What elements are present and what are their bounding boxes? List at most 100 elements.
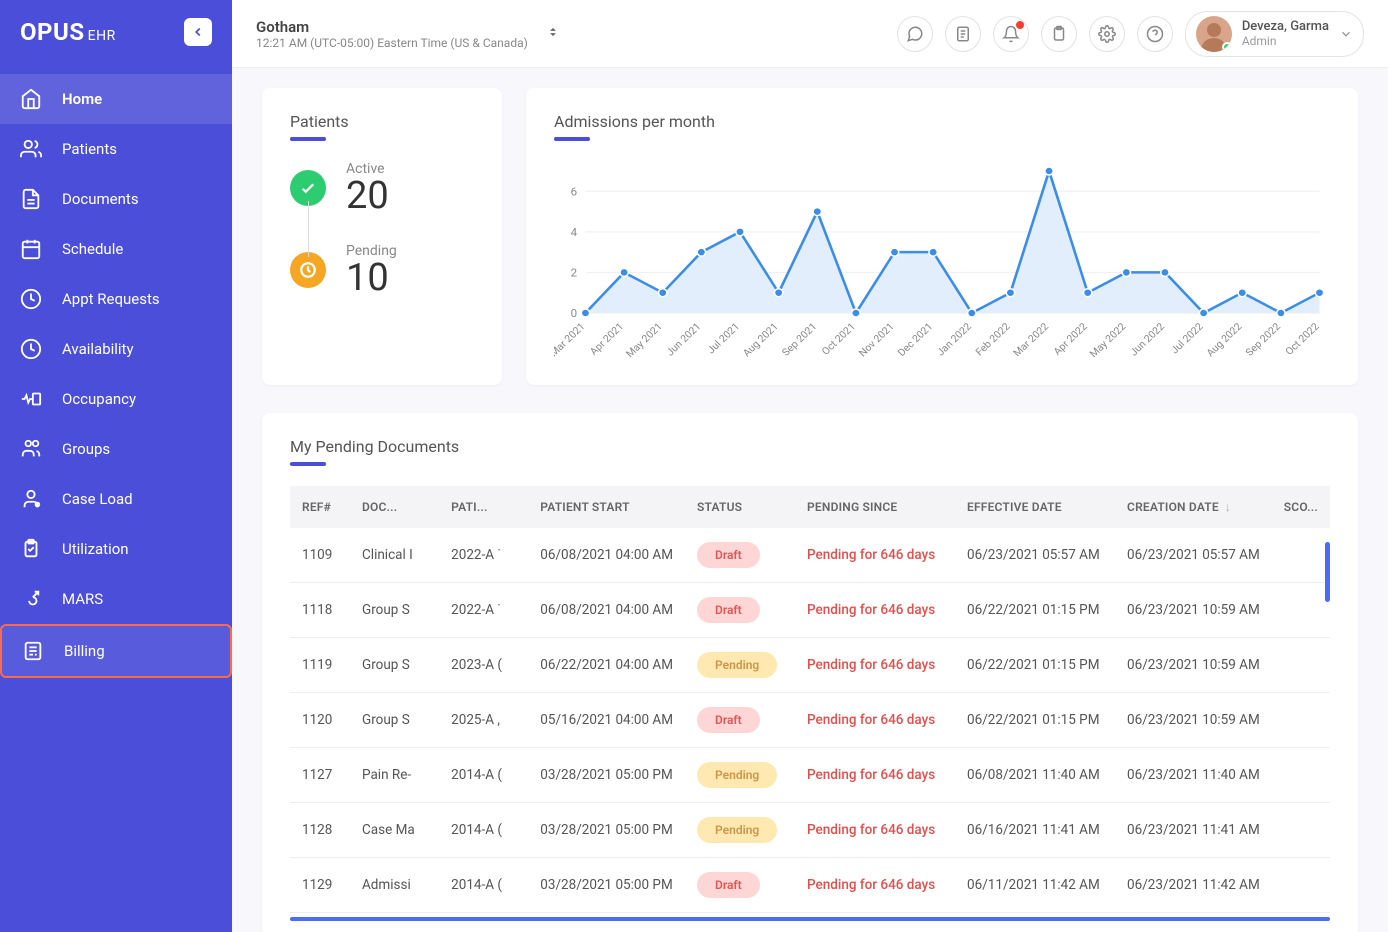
collapse-sidebar-button[interactable] <box>184 18 212 46</box>
clipboard-icon[interactable] <box>1041 16 1077 52</box>
svg-text:Sep 2021: Sep 2021 <box>779 320 819 359</box>
status-badge: Draft <box>697 872 760 898</box>
clock-icon <box>290 252 326 288</box>
table-horizontal-scrollbar[interactable] <box>290 917 1330 921</box>
nav-icon <box>20 138 42 160</box>
svg-text:Mar 2021: Mar 2021 <box>554 320 588 359</box>
doc-icon[interactable] <box>945 16 981 52</box>
svg-text:Apr 2022: Apr 2022 <box>1050 320 1090 358</box>
sidebar-item-home[interactable]: Home <box>0 74 232 124</box>
nav-icon <box>20 538 42 560</box>
user-menu[interactable]: Deveza, Garma Admin <box>1185 11 1364 57</box>
svg-text:2: 2 <box>571 267 577 280</box>
chevron-down-icon <box>1339 27 1353 41</box>
sidebar-item-label: Schedule <box>62 240 123 258</box>
pending-docs-table: REF# DOC... PATI... PATIENT START STATUS… <box>290 486 1330 913</box>
svg-text:Apr 2021: Apr 2021 <box>587 320 626 358</box>
svg-text:4: 4 <box>571 226 578 239</box>
table-row[interactable]: 1109Clinical I2022-A ˙06/08/2021 04:00 A… <box>290 528 1330 583</box>
svg-text:Aug 2022: Aug 2022 <box>1203 320 1244 359</box>
nav-icon <box>20 238 42 260</box>
nav-icon <box>20 588 42 610</box>
sidebar-item-case-load[interactable]: Case Load <box>0 474 232 524</box>
gear-icon[interactable] <box>1089 16 1125 52</box>
svg-text:Nov 2021: Nov 2021 <box>856 320 897 359</box>
col-patient[interactable]: PATI... <box>439 486 528 528</box>
sidebar-item-label: Billing <box>64 642 105 660</box>
svg-text:Jun 2021: Jun 2021 <box>663 320 703 358</box>
svg-text:Dec 2021: Dec 2021 <box>895 320 936 359</box>
sidebar-item-patients[interactable]: Patients <box>0 124 232 174</box>
table-row[interactable]: 1127Pain Re-2014-A (03/28/2021 05:00 PMP… <box>290 748 1330 803</box>
table-row[interactable]: 1118Group S2022-A ˙06/08/2021 04:00 AMDr… <box>290 583 1330 638</box>
sidebar-item-label: MARS <box>62 590 103 608</box>
sidebar-item-label: Appt Requests <box>62 290 160 308</box>
help-icon[interactable] <box>1137 16 1173 52</box>
sidebar-item-groups[interactable]: Groups <box>0 424 232 474</box>
brand-logo: OPUSEHR <box>20 18 116 46</box>
sidebar-item-documents[interactable]: Documents <box>0 174 232 224</box>
sidebar-item-availability[interactable]: Availability <box>0 324 232 374</box>
sidebar-item-label: Home <box>62 90 102 108</box>
active-metric: Active 20 <box>290 161 474 215</box>
svg-text:Oct 2021: Oct 2021 <box>819 320 858 357</box>
patients-card-title: Patients <box>290 112 474 131</box>
col-pending-since[interactable]: PENDING SINCE <box>795 486 955 528</box>
svg-text:6: 6 <box>571 186 577 199</box>
top-header: Gotham 12:21 AM (UTC-05:00) Eastern Time… <box>232 0 1388 68</box>
nav-icon <box>20 88 42 110</box>
svg-text:Jul 2021: Jul 2021 <box>704 320 742 356</box>
sidebar-item-occupancy[interactable]: Occupancy <box>0 374 232 424</box>
nav-icon <box>20 338 42 360</box>
table-vertical-scrollbar[interactable] <box>1325 542 1330 602</box>
avatar <box>1196 16 1232 52</box>
table-row[interactable]: 1120Group S2025-A ,05/16/2021 04:00 AMDr… <box>290 693 1330 748</box>
table-row[interactable]: 1119Group S2023-A (06/22/2021 04:00 AMPe… <box>290 638 1330 693</box>
sort-down-icon: ↓ <box>1225 500 1231 514</box>
org-timezone: 12:21 AM (UTC-05:00) Eastern Time (US & … <box>256 36 528 50</box>
sidebar-item-mars[interactable]: MARS <box>0 574 232 624</box>
col-creation-date[interactable]: CREATION DATE↓ <box>1115 486 1272 528</box>
org-selector[interactable] <box>546 24 560 43</box>
status-badge: Draft <box>697 597 760 623</box>
sidebar-item-label: Occupancy <box>62 390 136 408</box>
sidebar-item-label: Utilization <box>62 540 129 558</box>
sidebar-item-schedule[interactable]: Schedule <box>0 224 232 274</box>
svg-text:Mar 2022: Mar 2022 <box>1010 320 1051 359</box>
status-badge: Pending <box>697 762 777 788</box>
svg-text:Jan 2022: Jan 2022 <box>934 320 974 358</box>
col-sco[interactable]: SCO... <box>1272 486 1330 528</box>
sidebar-item-utilization[interactable]: Utilization <box>0 524 232 574</box>
patients-card: Patients Active 20 <box>262 88 502 385</box>
col-doc[interactable]: DOC... <box>350 486 439 528</box>
nav-icon <box>20 438 42 460</box>
nav-icon <box>22 640 44 662</box>
user-role: Admin <box>1242 34 1329 48</box>
sidebar-nav: Home Patients Documents Schedule Appt Reques… <box>0 74 232 678</box>
docs-title: My Pending Documents <box>290 437 1330 456</box>
svg-text:Jul 2022: Jul 2022 <box>1168 320 1206 356</box>
bell-icon[interactable] <box>993 16 1029 52</box>
col-ref[interactable]: REF# <box>290 486 350 528</box>
sidebar-item-label: Documents <box>62 190 139 208</box>
pending-docs-card: My Pending Documents REF# DOC... PATI...… <box>262 413 1358 932</box>
chat-icon[interactable] <box>897 16 933 52</box>
svg-text:Feb 2022: Feb 2022 <box>973 320 1013 358</box>
sidebar-item-billing[interactable]: Billing <box>0 624 232 678</box>
sidebar-item-appt-requests[interactable]: Appt Requests <box>0 274 232 324</box>
nav-icon <box>20 388 42 410</box>
col-patient-start[interactable]: PATIENT START <box>528 486 685 528</box>
admissions-chart[interactable]: 0246Mar 2021Apr 2021May 2021Jun 2021Jul … <box>554 161 1330 361</box>
table-row[interactable]: 1129Admissi2014-A (03/28/2021 05:00 PMDr… <box>290 858 1330 913</box>
sidebar-item-label: Patients <box>62 140 117 158</box>
table-row[interactable]: 1128Case Ma2014-A (03/28/2021 05:00 PMPe… <box>290 803 1330 858</box>
col-effective-date[interactable]: EFFECTIVE DATE <box>955 486 1115 528</box>
chart-title: Admissions per month <box>554 112 1330 131</box>
sidebar: OPUSEHR Home Patients Documents Schedule App… <box>0 0 232 932</box>
col-status[interactable]: STATUS <box>685 486 795 528</box>
admissions-chart-card: Admissions per month 0246Mar 2021Apr 202… <box>526 88 1358 385</box>
status-badge: Draft <box>697 707 760 733</box>
user-name: Deveza, Garma <box>1242 19 1329 34</box>
sidebar-item-label: Case Load <box>62 490 133 508</box>
status-badge: Pending <box>697 652 777 678</box>
